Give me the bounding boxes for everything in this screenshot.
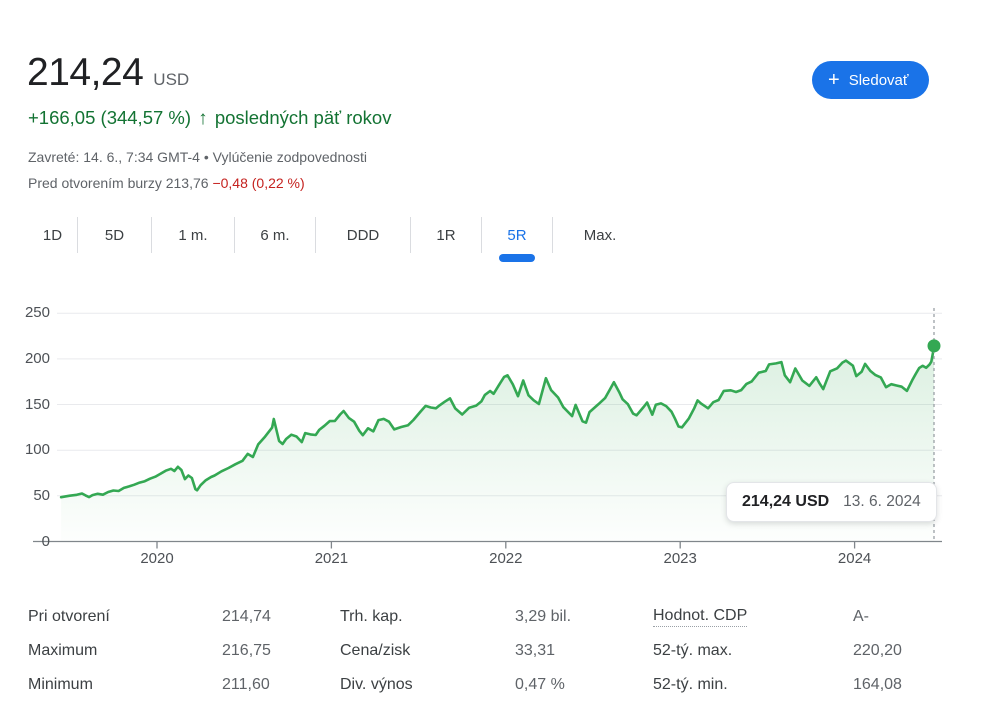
- premarket-change: −0,48 (0,22 %): [212, 175, 304, 191]
- stock-chart[interactable]: 250 200 150 100 50 0 2020 2021 2022 2023 2024 214…: [0, 295, 986, 573]
- x-axis-tick-label: 2022: [476, 549, 536, 569]
- x-axis-tick-label: 2023: [650, 549, 710, 569]
- stats-column-2: Trh. kap. 3,29 bil. Cena/zisk 33,31 Div.…: [340, 600, 640, 702]
- chart-svg: [0, 295, 986, 573]
- tab-1m[interactable]: 1 m.: [152, 217, 235, 253]
- disclaimer-link[interactable]: Vylúčenie zodpovednosti: [213, 149, 367, 165]
- tab-5r[interactable]: 5R: [482, 217, 553, 253]
- price-change-line: +166,05 (344,57 %) ↑ posledných päť roko…: [28, 107, 391, 130]
- stat-low-value: 211,60: [222, 676, 270, 694]
- stat-cdp-label[interactable]: Hodnot. CDP: [653, 607, 747, 627]
- premarket-price: Pred otvorením burzy 213,76: [28, 175, 209, 191]
- x-axis-tick-label: 2024: [825, 549, 885, 569]
- stat-row-high: Maximum 216,75: [28, 634, 328, 668]
- premarket-line: Pred otvorením burzy 213,76 −0,48 (0,22 …: [28, 173, 305, 193]
- x-axis-tick-label: 2020: [127, 549, 187, 569]
- currency-label: USD: [153, 70, 189, 90]
- market-status-line: Zavreté: 14. 6., 7:34 GMT-4 • Vylúčenie …: [28, 147, 367, 167]
- tab-max-label: Max.: [584, 227, 617, 244]
- tab-max[interactable]: Max.: [553, 217, 647, 253]
- stat-row-52wk-low: 52-tý. min. 164,08: [653, 668, 958, 702]
- last-price-dot: [928, 339, 941, 352]
- stats-column-3: Hodnot. CDP A- 52-tý. max. 220,20 52-tý.…: [653, 600, 958, 702]
- current-price: 214,24 USD: [27, 51, 189, 95]
- time-range-tabs: 1D 5D 1 m. 6 m. DDD 1R 5R Max.: [28, 217, 647, 253]
- change-amount: +166,05 (344,57 %): [28, 107, 191, 128]
- stat-row-cdp: Hodnot. CDP A-: [653, 600, 958, 634]
- tab-1r-label: 1R: [436, 227, 455, 244]
- tab-5d[interactable]: 5D: [78, 217, 152, 253]
- stat-row-open: Pri otvorení 214,74: [28, 600, 328, 634]
- plus-icon: +: [828, 70, 840, 90]
- stat-52wk-low-value: 164,08: [853, 676, 902, 694]
- tab-1r[interactable]: 1R: [411, 217, 482, 253]
- change-period: posledných päť rokov: [215, 107, 392, 128]
- tab-6m[interactable]: 6 m.: [235, 217, 316, 253]
- stat-52wk-high-value: 220,20: [853, 642, 902, 660]
- tooltip-date: 13. 6. 2024: [843, 493, 921, 511]
- stat-pe-value: 33,31: [515, 642, 555, 660]
- stat-row-divyield: Div. výnos 0,47 %: [340, 668, 640, 702]
- stat-row-52wk-high: 52-tý. max. 220,20: [653, 634, 958, 668]
- tab-5d-label: 5D: [105, 227, 124, 244]
- stat-row-mktcap: Trh. kap. 3,29 bil.: [340, 600, 640, 634]
- stat-row-low: Minimum 211,60: [28, 668, 328, 702]
- stat-52wk-high-label: 52-tý. max.: [653, 642, 853, 660]
- tab-ytd-label: DDD: [347, 227, 380, 244]
- stat-mktcap-value: 3,29 bil.: [515, 608, 571, 626]
- y-axis-tick-label: 150: [2, 395, 50, 415]
- stat-pe-label: Cena/zisk: [340, 642, 515, 660]
- up-arrow-icon: ↑: [196, 108, 210, 129]
- chart-tooltip: 214,24 USD 13. 6. 2024: [726, 482, 937, 522]
- stat-high-value: 216,75: [222, 642, 271, 660]
- tooltip-price: 214,24 USD: [742, 493, 829, 511]
- stat-52wk-low-label: 52-tý. min.: [653, 676, 853, 694]
- stat-divyield-label: Div. výnos: [340, 676, 515, 694]
- stat-cdp-value: A-: [853, 608, 869, 626]
- price-value: 214,24: [27, 51, 143, 95]
- follow-button[interactable]: + Sledovať: [812, 61, 929, 99]
- tab-1d[interactable]: 1D: [28, 217, 78, 253]
- tab-5r-label: 5R: [507, 227, 526, 244]
- y-axis-tick-label: 200: [2, 349, 50, 369]
- x-axis-tick-label: 2021: [301, 549, 361, 569]
- stat-high-label: Maximum: [28, 642, 222, 660]
- stock-page: 214,24 USD + Sledovať +166,05 (344,57 %)…: [0, 0, 986, 706]
- follow-button-label: Sledovať: [849, 72, 909, 89]
- y-axis-tick-label: 100: [2, 440, 50, 460]
- closed-status: Zavreté: 14. 6., 7:34 GMT-4 •: [28, 149, 209, 165]
- y-axis-tick-label: 250: [2, 303, 50, 323]
- tab-1d-label: 1D: [43, 227, 62, 244]
- stat-open-value: 214,74: [222, 608, 271, 626]
- selected-tab-indicator: [499, 254, 535, 262]
- stat-open-label: Pri otvorení: [28, 608, 222, 626]
- tab-1m-label: 1 m.: [178, 227, 207, 244]
- y-axis-tick-label: 0: [2, 532, 50, 552]
- stat-row-pe: Cena/zisk 33,31: [340, 634, 640, 668]
- stat-mktcap-label: Trh. kap.: [340, 608, 515, 626]
- y-axis-tick-label: 50: [2, 486, 50, 506]
- tab-ytd[interactable]: DDD: [316, 217, 411, 253]
- stat-divyield-value: 0,47 %: [515, 676, 565, 694]
- stat-low-label: Minimum: [28, 676, 222, 694]
- stats-column-1: Pri otvorení 214,74 Maximum 216,75 Minim…: [28, 600, 328, 702]
- tab-6m-label: 6 m.: [260, 227, 289, 244]
